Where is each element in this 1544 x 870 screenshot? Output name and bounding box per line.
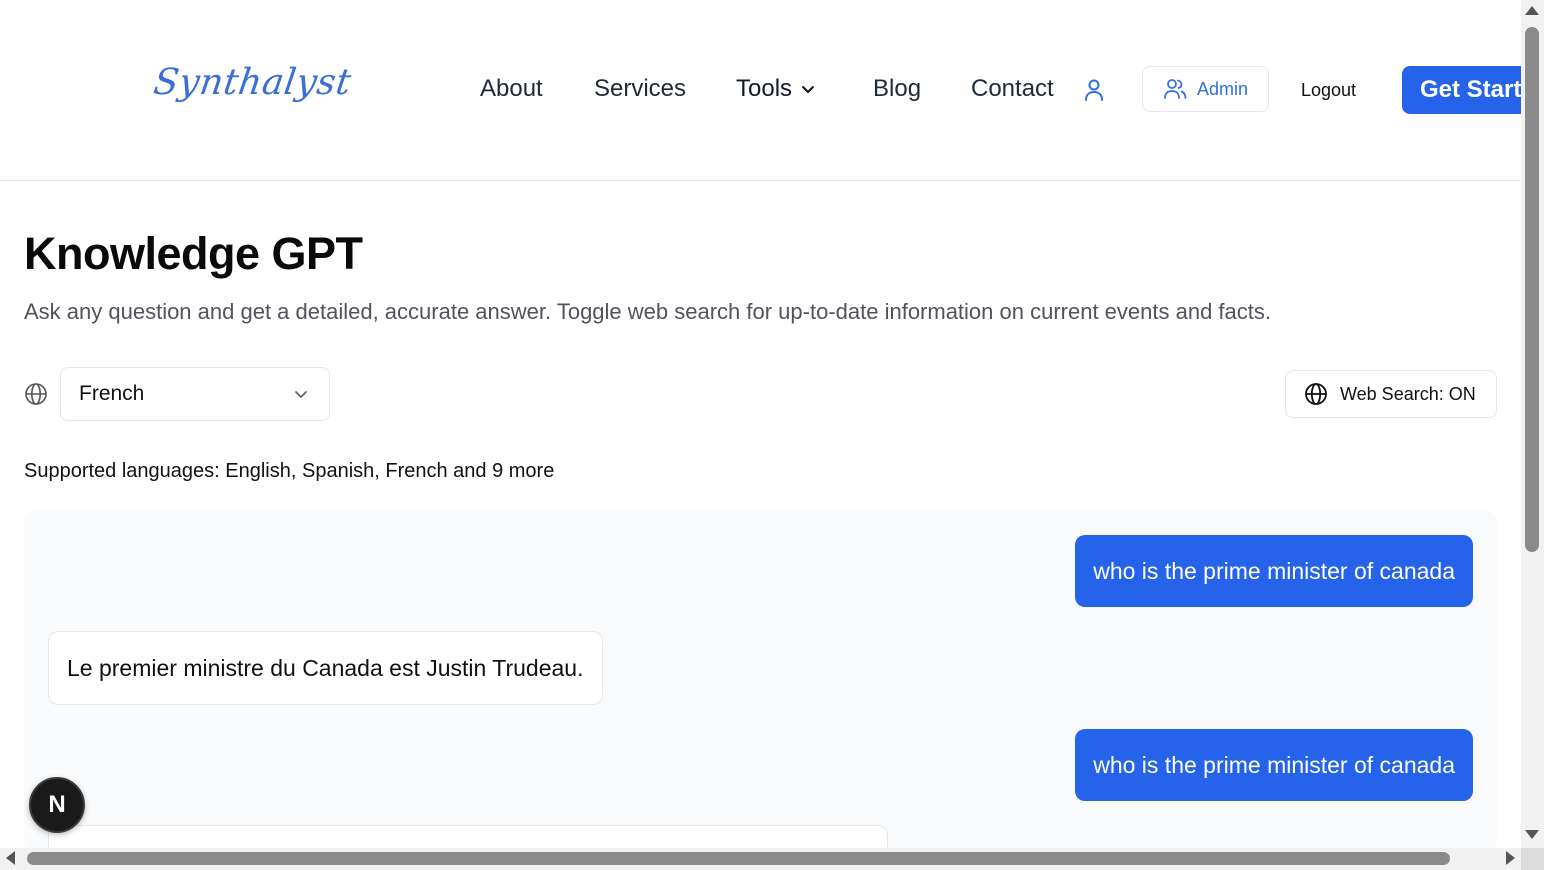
web-search-label: Web Search: ON bbox=[1340, 383, 1476, 404]
vertical-scrollbar-thumb[interactable] bbox=[1525, 27, 1539, 552]
globe-icon bbox=[25, 383, 47, 405]
globe-icon bbox=[1305, 383, 1327, 405]
admin-label: Admin bbox=[1196, 78, 1249, 99]
nav-contact[interactable]: Contact bbox=[971, 75, 1054, 103]
admin-button[interactable]: Admin bbox=[1142, 66, 1269, 112]
language-select[interactable]: French bbox=[60, 367, 330, 421]
scroll-down-arrow-icon[interactable] bbox=[1525, 830, 1539, 839]
scroll-right-arrow-icon[interactable] bbox=[1506, 851, 1515, 865]
site-header: Synthalyst About Services Tools Blog Con… bbox=[0, 0, 1521, 181]
nextjs-badge-label: N bbox=[48, 791, 66, 818]
nav-tools[interactable]: Tools bbox=[736, 75, 816, 103]
user-message: who is the prime minister of canada bbox=[1075, 729, 1473, 801]
scrollbar-corner bbox=[1521, 848, 1544, 870]
logo[interactable]: Synthalyst bbox=[151, 62, 354, 103]
horizontal-scrollbar-thumb[interactable] bbox=[27, 852, 1450, 865]
web-search-toggle[interactable]: Web Search: ON bbox=[1285, 370, 1497, 418]
scroll-left-arrow-icon[interactable] bbox=[6, 851, 15, 865]
nav-services[interactable]: Services bbox=[594, 75, 686, 103]
assistant-message: Le premier ministre du Canada est Justin… bbox=[48, 631, 603, 705]
nav-about[interactable]: About bbox=[480, 75, 543, 103]
users-icon bbox=[1164, 79, 1187, 99]
user-icon[interactable] bbox=[1083, 78, 1105, 102]
logout-button[interactable]: Logout bbox=[1301, 80, 1356, 101]
chevron-down-icon bbox=[802, 86, 815, 93]
language-select-value: French bbox=[79, 382, 145, 405]
user-message: who is the prime minister of canada bbox=[1075, 535, 1473, 607]
get-started-button[interactable]: Get Started bbox=[1402, 66, 1521, 114]
supported-languages-text: Supported languages: English, Spanish, F… bbox=[24, 460, 555, 482]
chat-area[interactable]: who is the prime minister of canada Le p… bbox=[24, 511, 1497, 851]
nextjs-badge[interactable]: N bbox=[29, 777, 85, 833]
nav-tools-label: Tools bbox=[736, 75, 793, 102]
nav-blog[interactable]: Blog bbox=[873, 75, 921, 103]
page-title: Knowledge GPT bbox=[24, 228, 363, 279]
page-subtitle: Ask any question and get a detailed, acc… bbox=[24, 299, 1272, 324]
scroll-up-arrow-icon[interactable] bbox=[1525, 6, 1539, 15]
chevron-down-icon bbox=[295, 391, 307, 398]
